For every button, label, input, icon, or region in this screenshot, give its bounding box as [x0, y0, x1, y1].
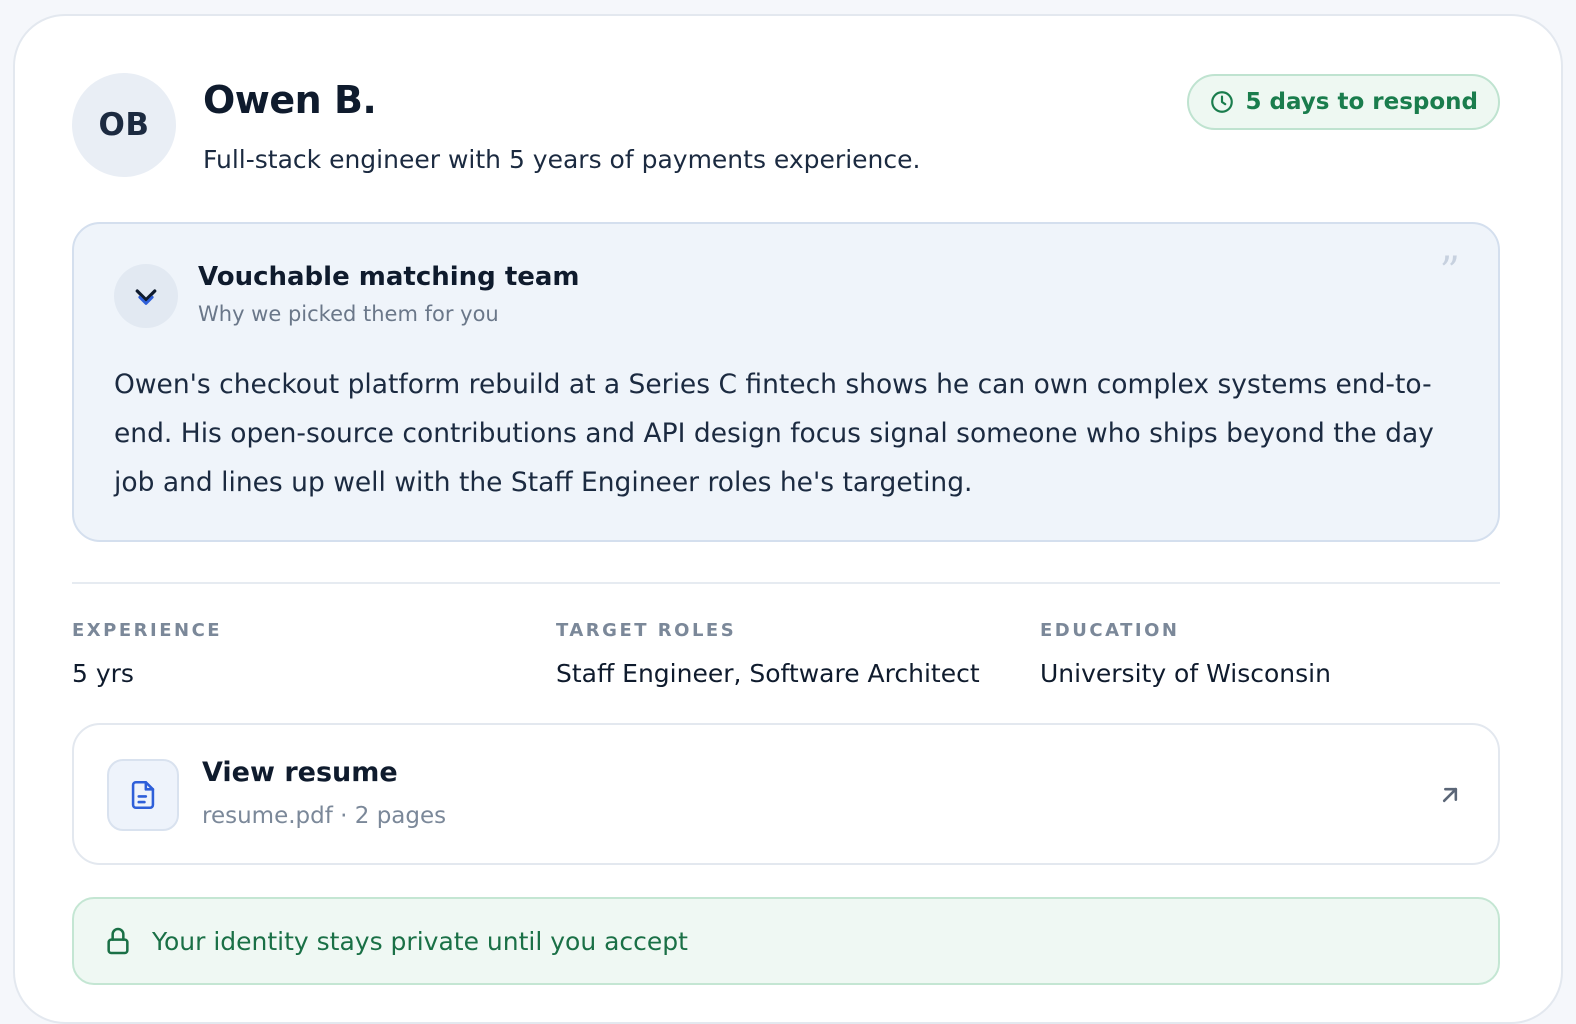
resume-meta: resume.pdf · 2 pages: [202, 803, 447, 829]
avatar-initials: OB: [98, 107, 150, 143]
candidate-name: Owen B.: [203, 78, 377, 122]
fact-label: EXPERIENCE: [72, 620, 223, 641]
team-logo: [114, 264, 178, 328]
respond-deadline-label: 5 days to respond: [1245, 89, 1478, 115]
candidate-headline: Full-stack engineer with 5 years of paym…: [203, 145, 921, 174]
fact-value: Staff Engineer, Software Architect: [556, 659, 980, 688]
quote-icon: ”: [1439, 249, 1460, 295]
fact-target-roles: TARGET ROLES Staff Engineer, Software Ar…: [556, 620, 980, 688]
divider: [72, 582, 1500, 584]
fact-education: EDUCATION University of Wisconsin: [1040, 620, 1331, 688]
avatar: OB: [72, 73, 176, 177]
resume-file-icon-box: [107, 759, 179, 831]
team-name: Vouchable matching team: [198, 262, 580, 292]
respond-deadline-badge: 5 days to respond: [1187, 74, 1500, 130]
fact-label: TARGET ROLES: [556, 620, 737, 641]
file-text-icon: [131, 780, 155, 810]
fact-experience: EXPERIENCE 5 yrs: [72, 620, 222, 688]
team-subtitle: Why we picked them for you: [198, 302, 499, 326]
arrow-up-right-icon: [1442, 787, 1458, 803]
match-reason-box: Vouchable matching team Why we picked th…: [72, 222, 1500, 542]
vouchable-logo-icon: [135, 289, 157, 305]
resume-title: View resume: [202, 757, 398, 788]
candidate-card: OB Owen B. Full-stack engineer with 5 ye…: [13, 14, 1563, 1024]
match-reason-text: Owen's checkout platform rebuild at a Se…: [114, 369, 1434, 498]
privacy-text: Your identity stays private until you ac…: [152, 926, 688, 956]
fact-value: University of Wisconsin: [1040, 659, 1331, 688]
clock-icon: [1211, 91, 1234, 113]
privacy-notice: Your identity stays private until you ac…: [72, 897, 1500, 985]
view-resume-button[interactable]: View resume resume.pdf · 2 pages: [72, 723, 1500, 865]
fact-value: 5 yrs: [72, 659, 134, 688]
fact-label: EDUCATION: [1040, 620, 1180, 641]
lock-icon: [107, 927, 129, 955]
